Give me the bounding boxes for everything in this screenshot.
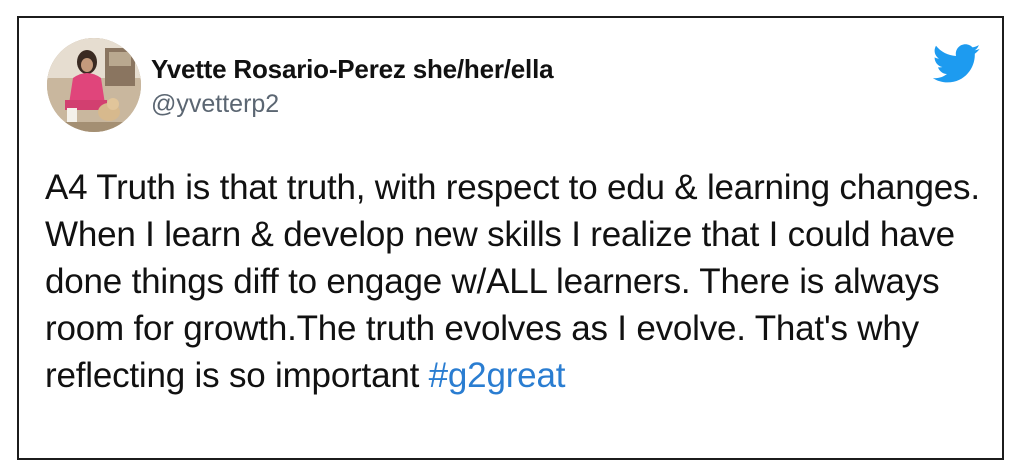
avatar-photo-icon xyxy=(47,38,141,132)
twitter-bird-icon[interactable] xyxy=(932,44,981,84)
author-handle[interactable]: @yvetterp2 xyxy=(151,90,279,119)
author-avatar[interactable] xyxy=(47,38,141,132)
tweet-body: A4 Truth is that truth, with respect to … xyxy=(45,164,985,399)
tweet-card: Yvette Rosario-Perez she/her/ella @yvett… xyxy=(17,16,1004,460)
author-name[interactable]: Yvette Rosario-Perez she/her/ella xyxy=(151,54,554,85)
hashtag-link[interactable]: #g2great xyxy=(429,356,566,395)
